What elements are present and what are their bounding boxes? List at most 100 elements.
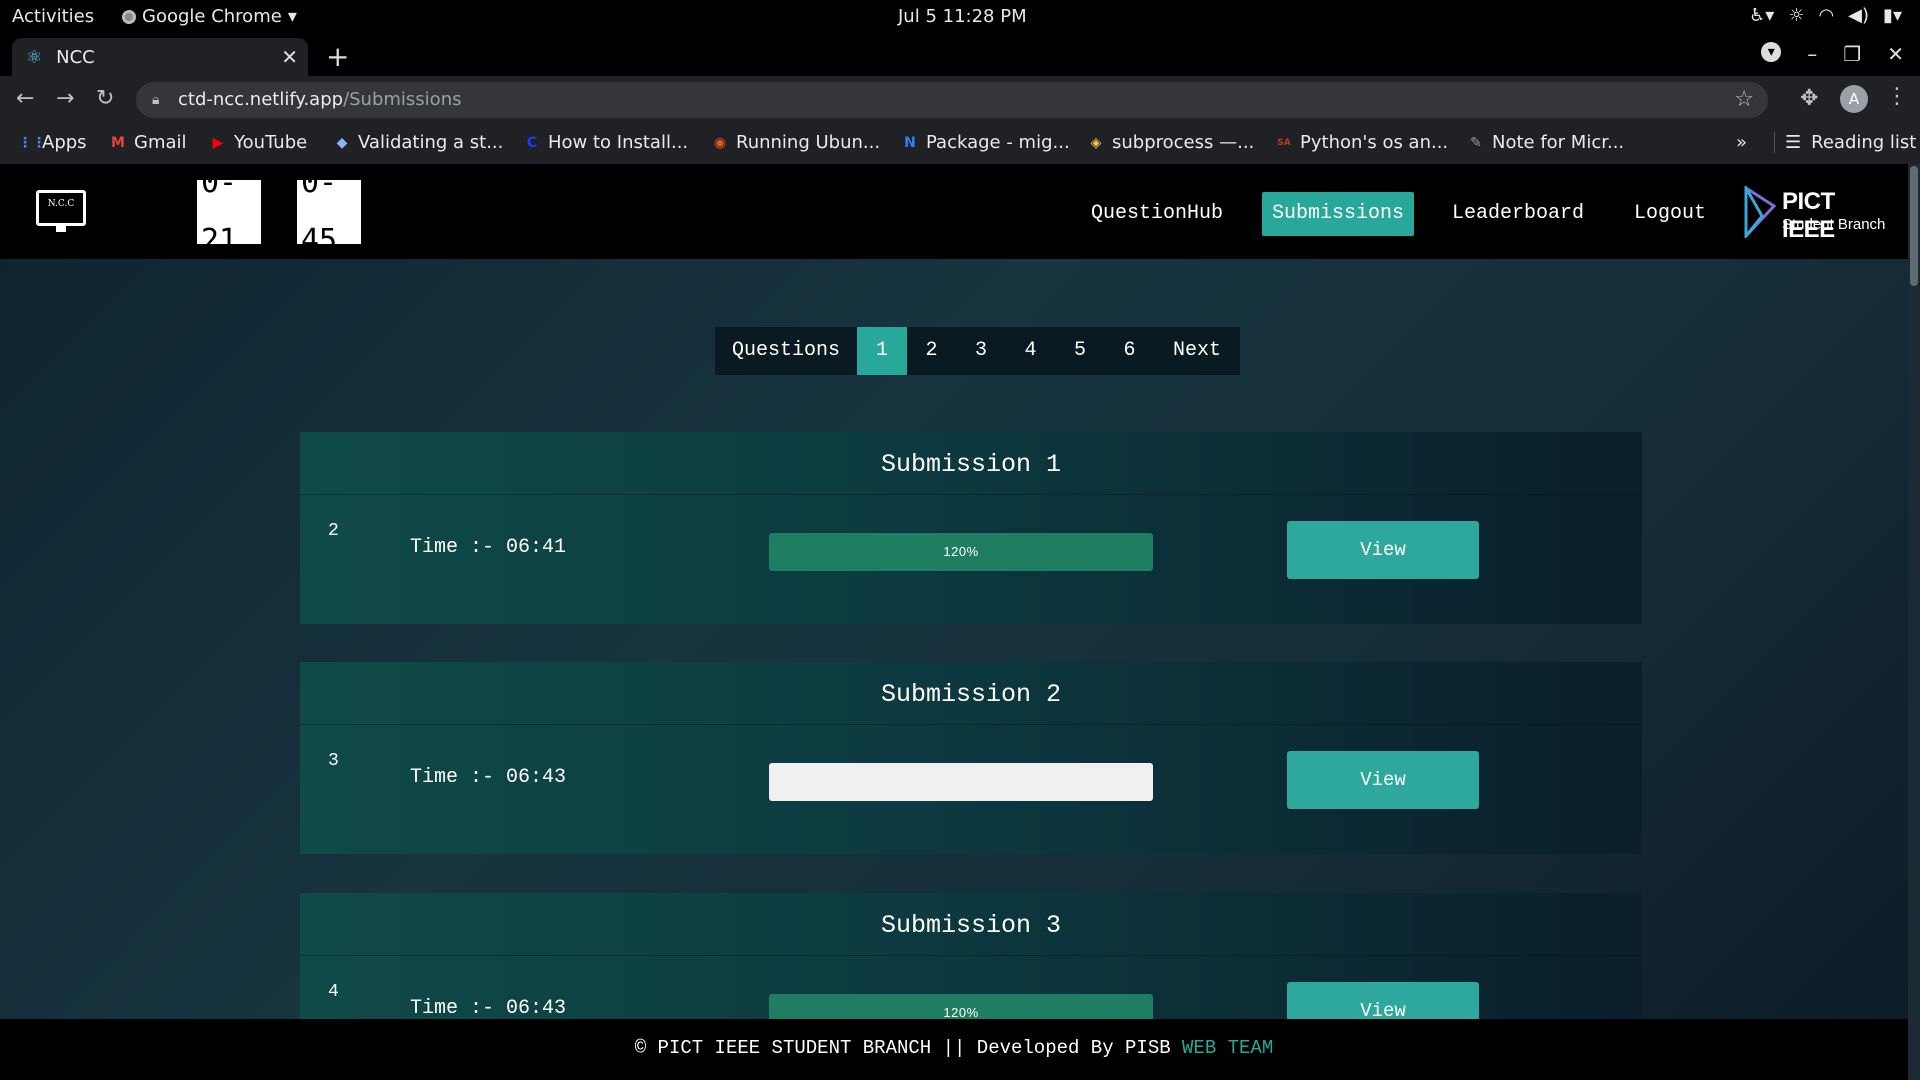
browser-tab[interactable]: ⚛ NCC ✕ bbox=[12, 38, 308, 76]
react-favicon-icon: ⚛ bbox=[26, 46, 43, 68]
next-page-button[interactable]: Next bbox=[1154, 327, 1240, 375]
new-tab-button[interactable]: + bbox=[326, 40, 349, 73]
bookmark-label: Running Ubun... bbox=[736, 132, 881, 153]
page-5-button[interactable]: 5 bbox=[1055, 327, 1105, 375]
battery-icon: ▮▾ bbox=[1883, 5, 1902, 26]
nav-leaderboard[interactable]: Leaderboard bbox=[1452, 192, 1584, 236]
footer-web-team-link[interactable]: WEB TEAM bbox=[1182, 1037, 1273, 1059]
python-icon: ◈ bbox=[1090, 134, 1102, 151]
submission-number: 2 bbox=[328, 521, 339, 541]
chrome-icon bbox=[122, 9, 136, 24]
submission-number: 3 bbox=[328, 751, 339, 771]
view-button[interactable]: View bbox=[1287, 521, 1479, 579]
profile-avatar[interactable]: A bbox=[1840, 85, 1868, 113]
back-icon[interactable]: ← bbox=[16, 86, 34, 111]
bookmark-favicon-icon: ◆ bbox=[336, 134, 348, 151]
pict-ieee-logo[interactable]: PICT IEEE Student Branch bbox=[1742, 186, 1892, 243]
timer-hours-box: 0- 21 bbox=[197, 180, 261, 244]
chevron-down-icon: ▾ bbox=[287, 6, 297, 27]
system-tray[interactable]: ♿︎▾ ☼ ◠ ◀) ▮▾ bbox=[1749, 5, 1902, 26]
bookmark-label: Gmail bbox=[134, 132, 187, 153]
page-4-button[interactable]: 4 bbox=[1006, 327, 1055, 375]
view-button[interactable]: View bbox=[1287, 751, 1479, 809]
submission-time: Time :- 06:41 bbox=[410, 536, 567, 559]
submission-title: Submission 2 bbox=[880, 680, 1062, 709]
bookmark-running-ubuntu[interactable]: ◉ Running Ubun... bbox=[712, 132, 880, 153]
system-top-bar: Activities Google Chrome ▾ Jul 5 11:28 P… bbox=[0, 0, 1920, 34]
nav-questionhub[interactable]: QuestionHub bbox=[1091, 192, 1223, 236]
page-6-button[interactable]: 6 bbox=[1105, 327, 1154, 375]
bookmark-note-for-micro[interactable]: ✎ Note for Micr... bbox=[1468, 132, 1624, 153]
ncc-logo[interactable]: N.C.C bbox=[36, 190, 86, 232]
logo-text: N.C.C bbox=[47, 199, 75, 209]
volume-icon: ◀) bbox=[1848, 5, 1870, 26]
lock-icon[interactable]: 🔒︎ bbox=[152, 82, 159, 118]
bookmark-apps[interactable]: ⋮⋮ Apps bbox=[18, 132, 87, 153]
bookmark-youtube[interactable]: ▶ YouTube bbox=[210, 132, 308, 153]
maximize-icon[interactable]: ❐ bbox=[1843, 42, 1861, 66]
bookmark-package[interactable]: N Package - mig... bbox=[902, 132, 1070, 153]
page-2-button[interactable]: 2 bbox=[907, 327, 956, 375]
accessibility-icon[interactable]: ♿︎▾ bbox=[1749, 5, 1774, 26]
submission-time: Time :- 06:43 bbox=[410, 766, 567, 789]
close-tab-icon[interactable]: ✕ bbox=[281, 45, 298, 69]
card-divider bbox=[300, 724, 1642, 725]
bookmark-label: Note for Micr... bbox=[1492, 132, 1625, 153]
question-pagination: Questions 1 2 3 4 5 6 Next bbox=[715, 327, 1240, 375]
site-footer: © PICT IEEE STUDENT BRANCH || Developed … bbox=[0, 1019, 1908, 1080]
ubuntu-icon: ◉ bbox=[713, 134, 727, 151]
page-1-button[interactable]: 1 bbox=[857, 327, 907, 375]
bookmark-gmail[interactable]: M Gmail bbox=[110, 132, 187, 153]
bookmark-favicon-icon: ✎ bbox=[1470, 134, 1482, 151]
reading-list-button[interactable]: ☰ Reading list bbox=[1774, 132, 1916, 153]
tab-title: NCC bbox=[56, 46, 95, 68]
minimize-icon[interactable]: – bbox=[1807, 42, 1817, 66]
youtube-icon: ▶ bbox=[212, 134, 224, 151]
chrome-menu-icon[interactable]: ⋮ bbox=[1886, 84, 1908, 109]
close-window-icon[interactable]: ✕ bbox=[1887, 42, 1904, 66]
bookmark-favicon-icon: SA bbox=[1277, 137, 1291, 148]
footer-text: © PICT IEEE STUDENT BRANCH || Developed … bbox=[634, 1037, 1183, 1059]
bookmark-python-os[interactable]: SA Python's os an... bbox=[1276, 132, 1448, 153]
bookmark-how-to-install[interactable]: C How to Install... bbox=[524, 132, 688, 153]
bookmark-label: Package - mig... bbox=[926, 132, 1070, 153]
progress-fill: 120% bbox=[769, 533, 1153, 571]
timer-minutes-prev: 0- bbox=[301, 180, 338, 200]
bookmark-label: Python's os an... bbox=[1300, 132, 1449, 153]
address-bar[interactable]: 🔒︎ ctd-ncc.netlify.app/Submissions ☆ bbox=[136, 82, 1768, 118]
reading-list-icon: ☰ bbox=[1785, 132, 1802, 153]
progress-bar: 120% bbox=[769, 533, 1153, 571]
reading-list-label: Reading list bbox=[1811, 132, 1917, 153]
forward-icon[interactable]: → bbox=[56, 86, 74, 111]
progress-bar bbox=[769, 763, 1153, 801]
extensions-puzzle-icon[interactable]: ✥ bbox=[1800, 86, 1818, 111]
page-3-button[interactable]: 3 bbox=[956, 327, 1006, 375]
bookmarks-bar: ⋮⋮ Apps M Gmail ▶ YouTube ◆ Validating a… bbox=[0, 124, 1920, 164]
tab-search-icon[interactable]: ▾ bbox=[1761, 42, 1782, 62]
reload-icon[interactable]: ↻ bbox=[96, 86, 114, 111]
app-menu[interactable]: Google Chrome ▾ bbox=[122, 6, 297, 27]
bookmark-star-icon[interactable]: ☆ bbox=[1734, 82, 1754, 118]
bookmark-validating[interactable]: ◆ Validating a st... bbox=[334, 132, 504, 153]
bookmark-subprocess[interactable]: ◈ subprocess —... bbox=[1088, 132, 1255, 153]
activities-button[interactable]: Activities bbox=[12, 6, 94, 27]
scrollbar-thumb[interactable] bbox=[1910, 166, 1918, 286]
bookmark-favicon-icon: C bbox=[526, 134, 538, 151]
more-bookmarks-button[interactable]: » bbox=[1736, 132, 1747, 153]
timer-minutes-box: 0- 45 bbox=[297, 180, 361, 244]
submission-card: Submission 1 2 Time :- 06:41 120% View bbox=[300, 432, 1642, 624]
nav-logout[interactable]: Logout bbox=[1634, 192, 1706, 236]
bookmark-label: subprocess —... bbox=[1112, 132, 1255, 153]
card-divider bbox=[300, 955, 1642, 956]
brand-line2: Student Branch bbox=[1782, 216, 1886, 233]
window-controls: ▾ – ❐ ✕ bbox=[1761, 42, 1904, 66]
gmail-icon: M bbox=[111, 134, 125, 151]
nav-submissions[interactable]: Submissions bbox=[1262, 192, 1415, 236]
page-scrollbar[interactable] bbox=[1908, 164, 1920, 1080]
page-content: N.C.C 0- 21 0- 45 QuestionHub Submission… bbox=[0, 164, 1920, 1080]
site-navbar: N.C.C 0- 21 0- 45 QuestionHub Submission… bbox=[0, 164, 1908, 259]
tab-strip: ⚛ NCC ✕ bbox=[0, 34, 1920, 76]
clock[interactable]: Jul 5 11:28 PM bbox=[898, 6, 1027, 27]
submission-title: Submission 3 bbox=[880, 911, 1062, 940]
apps-grid-icon: ⋮⋮ bbox=[18, 134, 46, 151]
